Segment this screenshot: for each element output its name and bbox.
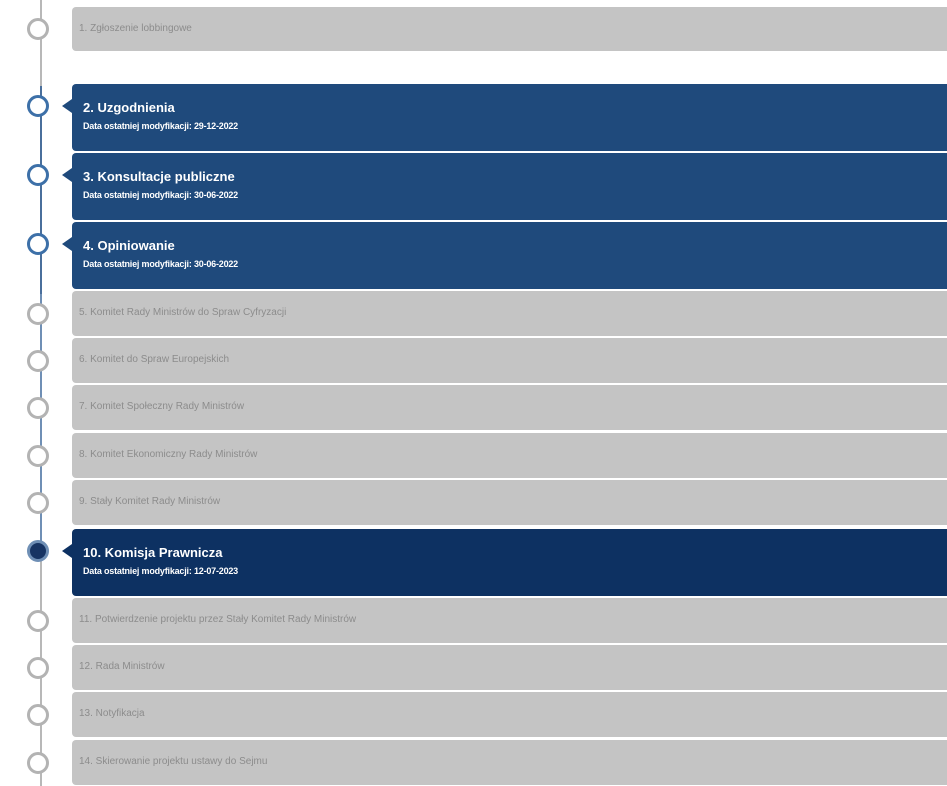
- stage-2-pointer: [62, 99, 72, 113]
- stage-5-node-icon: [27, 303, 49, 325]
- stage-14-node-icon: [27, 752, 49, 774]
- stage-10[interactable]: 10. Komisja Prawnicza Data ostatniej mod…: [72, 529, 947, 596]
- stage-1-node-icon: [27, 18, 49, 40]
- stage-2[interactable]: 2. Uzgodnienia Data ostatniej modyfikacj…: [72, 84, 947, 151]
- stage-14[interactable]: 14. Skierowanie projektu ustawy do Sejmu: [72, 740, 947, 785]
- stage-12-node-icon: [27, 657, 49, 679]
- stage-10-label: 10. Komisja Prawnicza: [83, 545, 223, 560]
- stage-10-node-icon: [27, 540, 49, 562]
- stage-4-pointer: [62, 237, 72, 251]
- stage-3-pointer: [62, 168, 72, 182]
- stage-9-label: 9. Stały Komitet Rady Ministrów: [79, 496, 221, 507]
- timeline-rail-done: [40, 86, 42, 294]
- stage-11-node-icon: [27, 610, 49, 632]
- stage-12-label: 12. Rada Ministrów: [79, 661, 165, 672]
- stage-8-node-icon: [27, 445, 49, 467]
- stage-7[interactable]: 7. Komitet Społeczny Rady Ministrów: [72, 385, 947, 430]
- timeline-rail-top: [40, 0, 42, 86]
- stage-4[interactable]: 4. Opiniowanie Data ostatniej modyfikacj…: [72, 222, 947, 289]
- stage-9[interactable]: 9. Stały Komitet Rady Ministrów: [72, 480, 947, 525]
- stage-10-modified-date: Data ostatniej modyfikacji: 12-07-2023: [83, 566, 238, 576]
- stage-3-label: 3. Konsultacje publiczne: [83, 169, 235, 184]
- stage-6[interactable]: 6. Komitet do Spraw Europejskich: [72, 338, 947, 383]
- stage-11[interactable]: 11. Potwierdzenie projektu przez Stały K…: [72, 598, 947, 643]
- stage-13[interactable]: 13. Notyfikacja: [72, 692, 947, 737]
- stage-3[interactable]: 3. Konsultacje publiczne Data ostatniej …: [72, 153, 947, 220]
- stage-7-label: 7. Komitet Społeczny Rady Ministrów: [79, 401, 245, 412]
- stage-10-pointer: [62, 544, 72, 558]
- stage-1[interactable]: 1. Zgłoszenie lobbingowe: [72, 7, 947, 51]
- stage-8-label: 8. Komitet Ekonomiczny Rady Ministrów: [79, 449, 258, 460]
- stage-11-label: 11. Potwierdzenie projektu przez Stały K…: [79, 614, 357, 625]
- stage-6-node-icon: [27, 350, 49, 372]
- stage-5[interactable]: 5. Komitet Rady Ministrów do Spraw Cyfry…: [72, 291, 947, 336]
- stage-9-node-icon: [27, 492, 49, 514]
- stage-13-label: 13. Notyfikacja: [79, 708, 145, 719]
- stage-8[interactable]: 8. Komitet Ekonomiczny Rady Ministrów: [72, 433, 947, 478]
- stage-2-node-icon: [27, 95, 49, 117]
- timeline-rail-current: [40, 294, 42, 556]
- stage-12[interactable]: 12. Rada Ministrów: [72, 645, 947, 690]
- stage-3-modified-date: Data ostatniej modyfikacji: 30-06-2022: [83, 190, 238, 200]
- stage-5-label: 5. Komitet Rady Ministrów do Spraw Cyfry…: [79, 307, 287, 318]
- stage-3-node-icon: [27, 164, 49, 186]
- stage-4-label: 4. Opiniowanie: [83, 238, 175, 253]
- stage-13-node-icon: [27, 704, 49, 726]
- stage-6-label: 6. Komitet do Spraw Europejskich: [79, 354, 230, 365]
- stage-14-label: 14. Skierowanie projektu ustawy do Sejmu: [79, 756, 268, 767]
- stage-2-label: 2. Uzgodnienia: [83, 100, 175, 115]
- stage-7-node-icon: [27, 397, 49, 419]
- stage-4-node-icon: [27, 233, 49, 255]
- stage-1-label: 1. Zgłoszenie lobbingowe: [79, 23, 192, 34]
- stage-4-modified-date: Data ostatniej modyfikacji: 30-06-2022: [83, 259, 238, 269]
- stage-2-modified-date: Data ostatniej modyfikacji: 29-12-2022: [83, 121, 238, 131]
